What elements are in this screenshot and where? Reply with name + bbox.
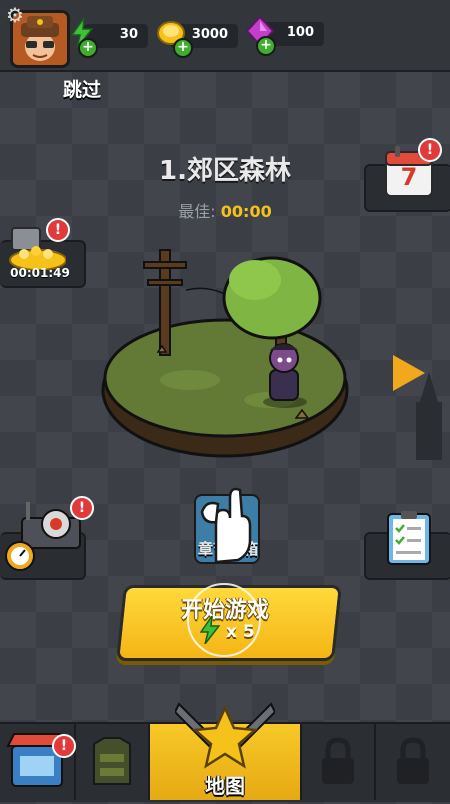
level-island[interactable]	[100, 230, 360, 480]
best-time-label: 最佳:	[178, 202, 216, 221]
treasure-timer: 00:01:49	[10, 266, 70, 280]
lab-alert-badge: !	[70, 496, 94, 520]
best-time-value: 00:00	[220, 202, 272, 221]
tab-locked-1[interactable]	[302, 724, 376, 800]
calendar-day: 7	[400, 163, 418, 191]
best-time: 最佳: 00:00	[150, 198, 300, 222]
coin-value: 3000	[191, 27, 228, 42]
lock-icon	[322, 737, 354, 784]
tab-locked-2[interactable]	[376, 724, 450, 800]
speed-gauge-icon	[4, 540, 36, 572]
level-title: 1.郊区森林	[159, 156, 291, 186]
tap-ring-highlight	[187, 583, 261, 657]
settings-gear-icon[interactable]: ⚙	[4, 4, 26, 26]
lock-icon	[397, 737, 429, 784]
add-coins-button[interactable]: +	[173, 38, 193, 58]
next-level-preview	[412, 372, 446, 460]
shop-alert-badge: !	[52, 734, 76, 758]
treasure-alert-badge: !	[46, 218, 70, 242]
tutorial-hand-pointer-icon	[194, 478, 254, 564]
add-energy-button[interactable]: +	[78, 38, 98, 58]
tab-map-label: 地图	[205, 774, 245, 798]
skip-button[interactable]: 跳过	[56, 76, 108, 104]
calendar-alert-badge: !	[418, 138, 442, 162]
tab-equipment[interactable]	[76, 724, 150, 800]
task-clipboard-icon	[386, 510, 432, 566]
gem-value: 100	[286, 25, 314, 40]
energy-value: 30	[119, 27, 138, 42]
map-star-guns-icon	[173, 690, 277, 770]
add-gems-button[interactable]: +	[256, 36, 276, 56]
